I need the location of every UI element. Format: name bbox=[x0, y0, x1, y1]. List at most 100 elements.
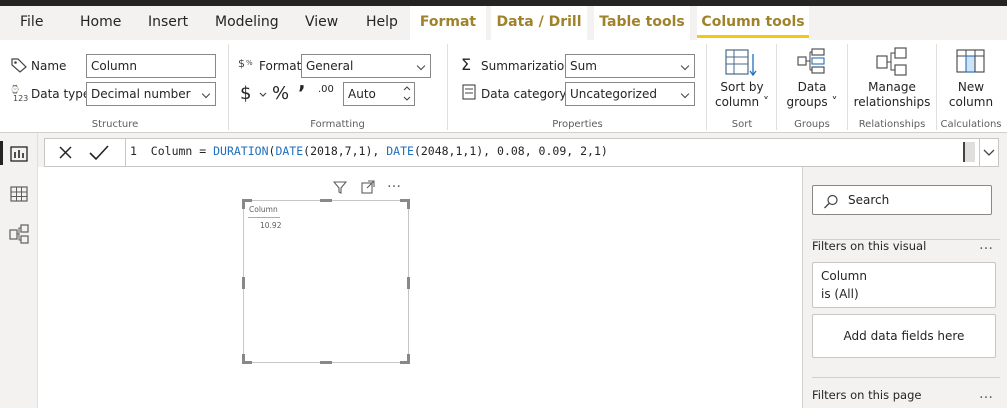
format-icon: $% bbox=[238, 57, 253, 70]
calc-line2: column bbox=[948, 95, 994, 109]
tab-modeling[interactable]: Modeling bbox=[215, 14, 279, 30]
datatype-icon: ⌚123 bbox=[10, 84, 28, 102]
card-visual[interactable]: Column 10.92 bbox=[242, 199, 410, 364]
cancel-icon[interactable] bbox=[49, 139, 83, 166]
visual-value: 10.92 bbox=[260, 221, 282, 230]
formula-text: (2048,1,1), 0.08, 0.09, 2,1) bbox=[413, 144, 608, 158]
search-icon bbox=[824, 194, 838, 209]
tab-home[interactable]: Home bbox=[80, 14, 121, 30]
name-label: Name bbox=[31, 59, 67, 73]
resize-handle[interactable] bbox=[242, 199, 245, 209]
sort-line1: Sort by bbox=[720, 80, 764, 94]
resize-handle[interactable] bbox=[407, 277, 410, 289]
tab-column-tools-label: Column tools bbox=[701, 14, 805, 30]
summarization-dropdown[interactable]: Sum bbox=[565, 54, 695, 78]
divider bbox=[812, 377, 1000, 378]
tab-help[interactable]: Help bbox=[366, 14, 398, 30]
model-view-icon[interactable] bbox=[8, 223, 30, 245]
search-placeholder: Search bbox=[848, 193, 890, 207]
resize-handle[interactable] bbox=[242, 354, 245, 364]
summarization-label: Summarization bbox=[481, 59, 572, 73]
formula-function: DATE bbox=[386, 144, 414, 158]
group-label-calculations: Calculations bbox=[940, 119, 1002, 130]
group-label-sort: Sort bbox=[731, 119, 753, 130]
more-options-icon[interactable]: … bbox=[979, 237, 994, 253]
group-label-groups: Groups bbox=[794, 119, 830, 130]
new-column-icon bbox=[956, 49, 985, 73]
sort-line2: column ˅ bbox=[714, 95, 769, 109]
format-label: Format bbox=[259, 59, 302, 73]
sigma-icon: Σ bbox=[461, 55, 472, 74]
name-input[interactable]: Column bbox=[86, 54, 216, 78]
decimal-button[interactable]: .00 bbox=[318, 84, 334, 95]
data-category-label: Data category bbox=[481, 87, 567, 101]
add-data-fields-dropzone[interactable]: Add data fields here bbox=[812, 314, 996, 358]
tab-data-drill[interactable]: Data / Drill bbox=[491, 6, 587, 40]
formula-text: (2018,7,1), bbox=[303, 144, 387, 158]
formula-function: DURATION bbox=[213, 144, 269, 158]
tab-insert[interactable]: Insert bbox=[148, 14, 188, 30]
filter-search-box[interactable]: Search bbox=[812, 185, 992, 215]
new-column-button[interactable]: New column bbox=[940, 80, 1002, 110]
group-label-properties: Properties bbox=[552, 119, 603, 130]
filter-card-column[interactable]: Column is (All) bbox=[812, 262, 996, 308]
format-dropdown[interactable]: General bbox=[301, 54, 431, 78]
filters-on-page-heading: Filters on this page bbox=[812, 388, 922, 402]
svg-text:%: % bbox=[246, 59, 253, 67]
resize-handle[interactable] bbox=[320, 199, 332, 202]
datatype-dropdown[interactable]: Decimal number bbox=[86, 82, 216, 106]
group-label-structure: Structure bbox=[91, 119, 139, 130]
data-groups-button[interactable]: Data groups ˅ bbox=[782, 80, 842, 110]
focus-mode-icon[interactable] bbox=[361, 180, 375, 194]
svg-text:⌚: ⌚ bbox=[10, 84, 20, 94]
filters-pane: Search Filters on this visual … Column i… bbox=[802, 167, 1007, 408]
resize-handle[interactable] bbox=[242, 277, 245, 289]
divider bbox=[847, 44, 848, 130]
tag-icon bbox=[11, 58, 27, 73]
expand-formula-chevron-icon[interactable] bbox=[980, 139, 999, 166]
tab-file[interactable]: File bbox=[20, 14, 43, 30]
tab-table-tools[interactable]: Table tools bbox=[594, 6, 690, 40]
divider bbox=[228, 44, 229, 130]
svg-text:$: $ bbox=[238, 57, 245, 70]
manage-relationships-button[interactable]: Manage relationships bbox=[852, 80, 932, 110]
more-options-icon[interactable]: … bbox=[387, 175, 401, 191]
divider bbox=[776, 44, 777, 130]
formula-input[interactable]: 1 Column = DURATION(DATE(2018,7,1), DATE… bbox=[125, 139, 612, 166]
report-canvas[interactable]: … Column 10.92 bbox=[38, 167, 802, 408]
tab-view[interactable]: View bbox=[305, 14, 338, 30]
resize-handle[interactable] bbox=[407, 354, 410, 364]
tab-format[interactable]: Format bbox=[410, 6, 486, 40]
resize-handle[interactable] bbox=[407, 199, 410, 209]
currency-button[interactable]: $ bbox=[240, 83, 251, 104]
filter-field-state: is (All) bbox=[821, 287, 859, 301]
chevron-down-icon[interactable] bbox=[259, 92, 267, 98]
divider bbox=[936, 44, 937, 130]
filter-icon[interactable] bbox=[333, 180, 347, 194]
groups-line2: groups ˅ bbox=[786, 95, 838, 109]
report-view-icon[interactable] bbox=[8, 143, 30, 165]
data-category-dropdown[interactable]: Uncategorized bbox=[565, 82, 695, 106]
more-options-icon[interactable]: … bbox=[979, 386, 994, 402]
spinner-arrows-icon[interactable] bbox=[402, 84, 412, 104]
data-view-icon[interactable] bbox=[8, 183, 30, 205]
group-label-formatting: Formatting bbox=[310, 119, 365, 130]
divider bbox=[447, 44, 448, 130]
resize-handle[interactable] bbox=[320, 361, 332, 364]
menu-bar: File Home Insert Modeling View Help Form… bbox=[0, 6, 1007, 40]
active-tab-underline bbox=[697, 35, 809, 38]
filters-on-visual-heading: Filters on this visual bbox=[812, 239, 927, 253]
minimap-thumb[interactable] bbox=[963, 142, 975, 162]
group-label-relationships: Relationships bbox=[858, 119, 926, 130]
tab-column-tools[interactable]: Column tools bbox=[697, 6, 809, 40]
groups-line1: Data bbox=[797, 80, 827, 94]
visual-column-header: Column bbox=[249, 205, 278, 214]
view-switcher bbox=[0, 133, 38, 408]
datatype-label: Data type bbox=[31, 87, 91, 101]
commit-icon[interactable] bbox=[83, 139, 117, 166]
sort-by-column-button[interactable]: Sort by column ˅ bbox=[712, 80, 772, 110]
comma-button[interactable]: ʼ bbox=[298, 81, 306, 105]
active-view-indicator bbox=[0, 141, 3, 165]
sort-by-column-icon bbox=[725, 49, 757, 77]
percent-button[interactable]: % bbox=[272, 83, 289, 104]
